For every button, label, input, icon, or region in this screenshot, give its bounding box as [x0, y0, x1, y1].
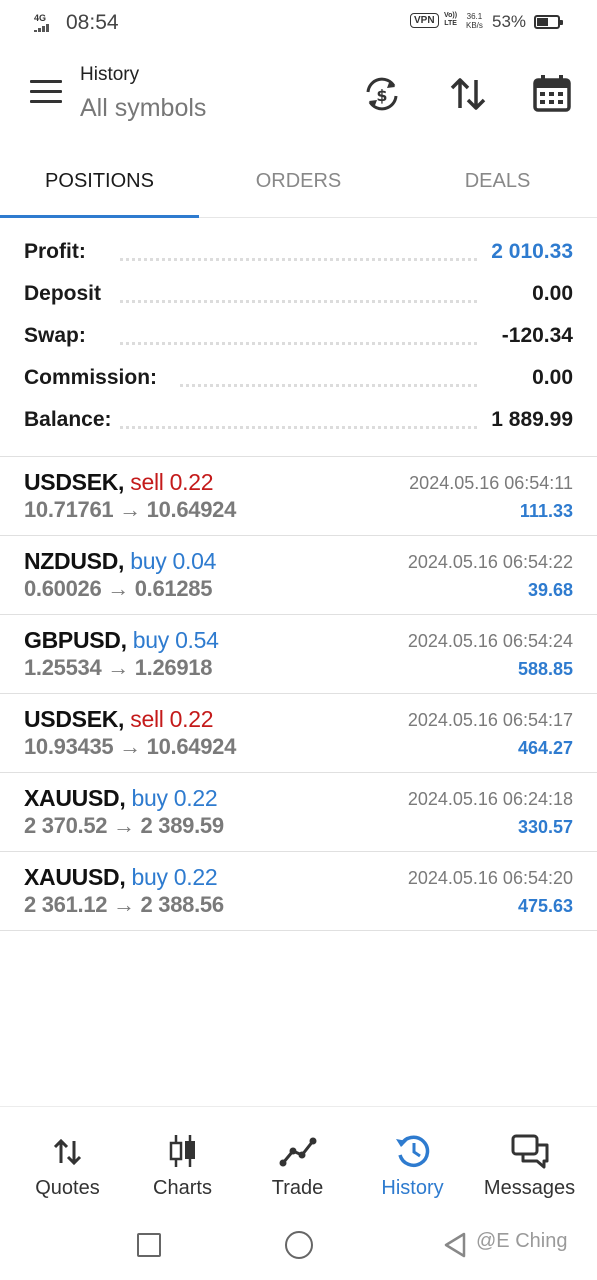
system-navigation: @E Ching [0, 1212, 597, 1280]
symbol-filter[interactable]: All symbols [80, 94, 206, 123]
vpn-badge: VPN [410, 13, 439, 28]
quotes-arrows-icon [53, 1138, 82, 1166]
deal-profit: 588.85 [517, 659, 573, 679]
app-header: History All symbols $ [0, 50, 597, 150]
deal-time: 2024.05.16 06:54:22 [407, 552, 573, 572]
list-item[interactable]: USDSEK, sell 0.22 10.93435 → 10.64924 20… [0, 694, 597, 773]
home-icon[interactable] [285, 1231, 313, 1259]
deal-symbol: GBPUSD, buy 0.54 [24, 627, 219, 653]
deal-symbol: USDSEK, sell 0.22 [24, 706, 214, 732]
network-type: 4G [34, 13, 47, 23]
battery-percent: 53% [492, 12, 527, 31]
deal-profit: 475.63 [517, 896, 573, 916]
summary-row-balance: Balance: 1 889.99 [0, 400, 597, 442]
deal-time: 2024.05.16 06:54:17 [407, 710, 573, 730]
hamburger-menu-icon[interactable] [30, 80, 62, 106]
summary-value: 1 889.99 [483, 408, 573, 432]
active-tab-indicator [0, 215, 199, 218]
deal-profit: 111.33 [519, 501, 573, 521]
deal-side: buy 0.54 [132, 627, 219, 653]
positions-list: USDSEK, sell 0.22 10.71761 → 10.64924 20… [0, 456, 597, 931]
nav-label: Messages [483, 1177, 576, 1199]
list-item[interactable]: USDSEK, sell 0.22 10.71761 → 10.64924 20… [0, 457, 597, 536]
summary-value: 2 010.33 [483, 240, 573, 264]
svg-text:$: $ [376, 86, 387, 105]
summary-value: 0.00 [524, 366, 573, 390]
summary-value: -120.34 [493, 324, 573, 348]
deal-side: sell 0.22 [130, 469, 214, 495]
deal-profit: 330.57 [517, 817, 573, 837]
deal-time: 2024.05.16 06:24:18 [407, 789, 573, 809]
deal-prices: 2 361.12 → 2 388.56 [24, 892, 224, 917]
summary-label: Profit: [24, 240, 94, 264]
deal-symbol: XAUUSD, buy 0.22 [24, 864, 218, 890]
deal-symbol: XAUUSD, buy 0.22 [24, 785, 218, 811]
deal-time: 2024.05.16 06:54:24 [407, 631, 573, 651]
deal-prices: 10.71761 → 10.64924 [24, 497, 237, 522]
bottom-navigation: Quotes Charts Trade History Messages [0, 1106, 597, 1210]
tab-bar: POSITIONS ORDERS DEALS [0, 152, 597, 218]
deal-profit: 464.27 [517, 738, 573, 758]
network-speed: 36.1 KB/s [466, 12, 483, 30]
battery-icon [534, 15, 563, 29]
summary-label: Deposit [24, 282, 110, 306]
summary-row-deposit: Deposit 0.00 [0, 274, 597, 316]
list-item[interactable]: GBPUSD, buy 0.54 1.25534 → 1.26918 2024.… [0, 615, 597, 694]
candlestick-icon [169, 1135, 195, 1167]
volte-indicator: Vo)) LTE [444, 12, 458, 27]
tab-positions[interactable]: POSITIONS [0, 152, 199, 218]
back-icon[interactable] [440, 1230, 470, 1260]
calendar-icon[interactable] [530, 72, 574, 116]
clock: 08:54 [66, 11, 119, 34]
currency-exchange-icon[interactable]: $ [360, 72, 404, 116]
history-clock-icon [396, 1135, 430, 1168]
deal-prices: 1.25534 → 1.26918 [24, 655, 213, 680]
list-item[interactable]: XAUUSD, buy 0.22 2 370.52 → 2 389.59 202… [0, 773, 597, 852]
deal-side: sell 0.22 [130, 706, 214, 732]
nav-label: History [381, 1177, 444, 1199]
list-item[interactable]: XAUUSD, buy 0.22 2 361.12 → 2 388.56 202… [0, 852, 597, 931]
page-title: History [80, 64, 140, 85]
signal-icon [34, 24, 56, 32]
deal-prices: 10.93435 → 10.64924 [24, 734, 237, 759]
deal-prices: 0.60026 → 0.61285 [24, 576, 213, 601]
nav-label: Charts [153, 1177, 212, 1199]
nav-trade[interactable]: Trade [240, 1107, 355, 1211]
nav-label: Trade [271, 1177, 324, 1199]
trade-line-icon [279, 1137, 317, 1167]
deal-symbol: USDSEK, sell 0.22 [24, 469, 214, 495]
deal-side: buy 0.22 [131, 785, 218, 811]
deal-symbol: NZDUSD, buy 0.04 [24, 548, 217, 574]
summary-label: Balance: [24, 408, 120, 432]
tab-deals[interactable]: DEALS [398, 152, 597, 218]
status-bar: 4G 08:54 VPN Vo)) LTE 36.1 KB/s 53% [0, 0, 597, 46]
summary-row-profit: Profit: 2 010.33 [0, 232, 597, 274]
nav-quotes[interactable]: Quotes [10, 1107, 125, 1211]
deal-prices: 2 370.52 → 2 389.59 [24, 813, 224, 838]
deal-time: 2024.05.16 06:54:20 [407, 868, 573, 888]
summary-value: 0.00 [524, 282, 573, 306]
tab-orders[interactable]: ORDERS [199, 152, 398, 218]
nav-messages[interactable]: Messages [472, 1107, 587, 1211]
summary-label: Commission: [24, 366, 166, 390]
watermark: @E Ching [476, 1230, 568, 1252]
list-item[interactable]: NZDUSD, buy 0.04 0.60026 → 0.61285 2024.… [0, 536, 597, 615]
nav-history[interactable]: History [355, 1107, 470, 1211]
deal-side: buy 0.22 [131, 864, 218, 890]
summary-label: Swap: [24, 324, 94, 348]
sort-icon[interactable] [446, 72, 490, 116]
deal-profit: 39.68 [527, 580, 573, 600]
deal-side: buy 0.04 [130, 548, 217, 574]
chat-bubbles-icon [511, 1134, 549, 1169]
nav-charts[interactable]: Charts [125, 1107, 240, 1211]
summary-row-swap: Swap: -120.34 [0, 316, 597, 358]
summary-row-commission: Commission: 0.00 [0, 358, 597, 400]
deal-time: 2024.05.16 06:54:11 [409, 473, 573, 493]
nav-label: Quotes [35, 1177, 100, 1199]
recents-icon[interactable] [137, 1233, 161, 1257]
